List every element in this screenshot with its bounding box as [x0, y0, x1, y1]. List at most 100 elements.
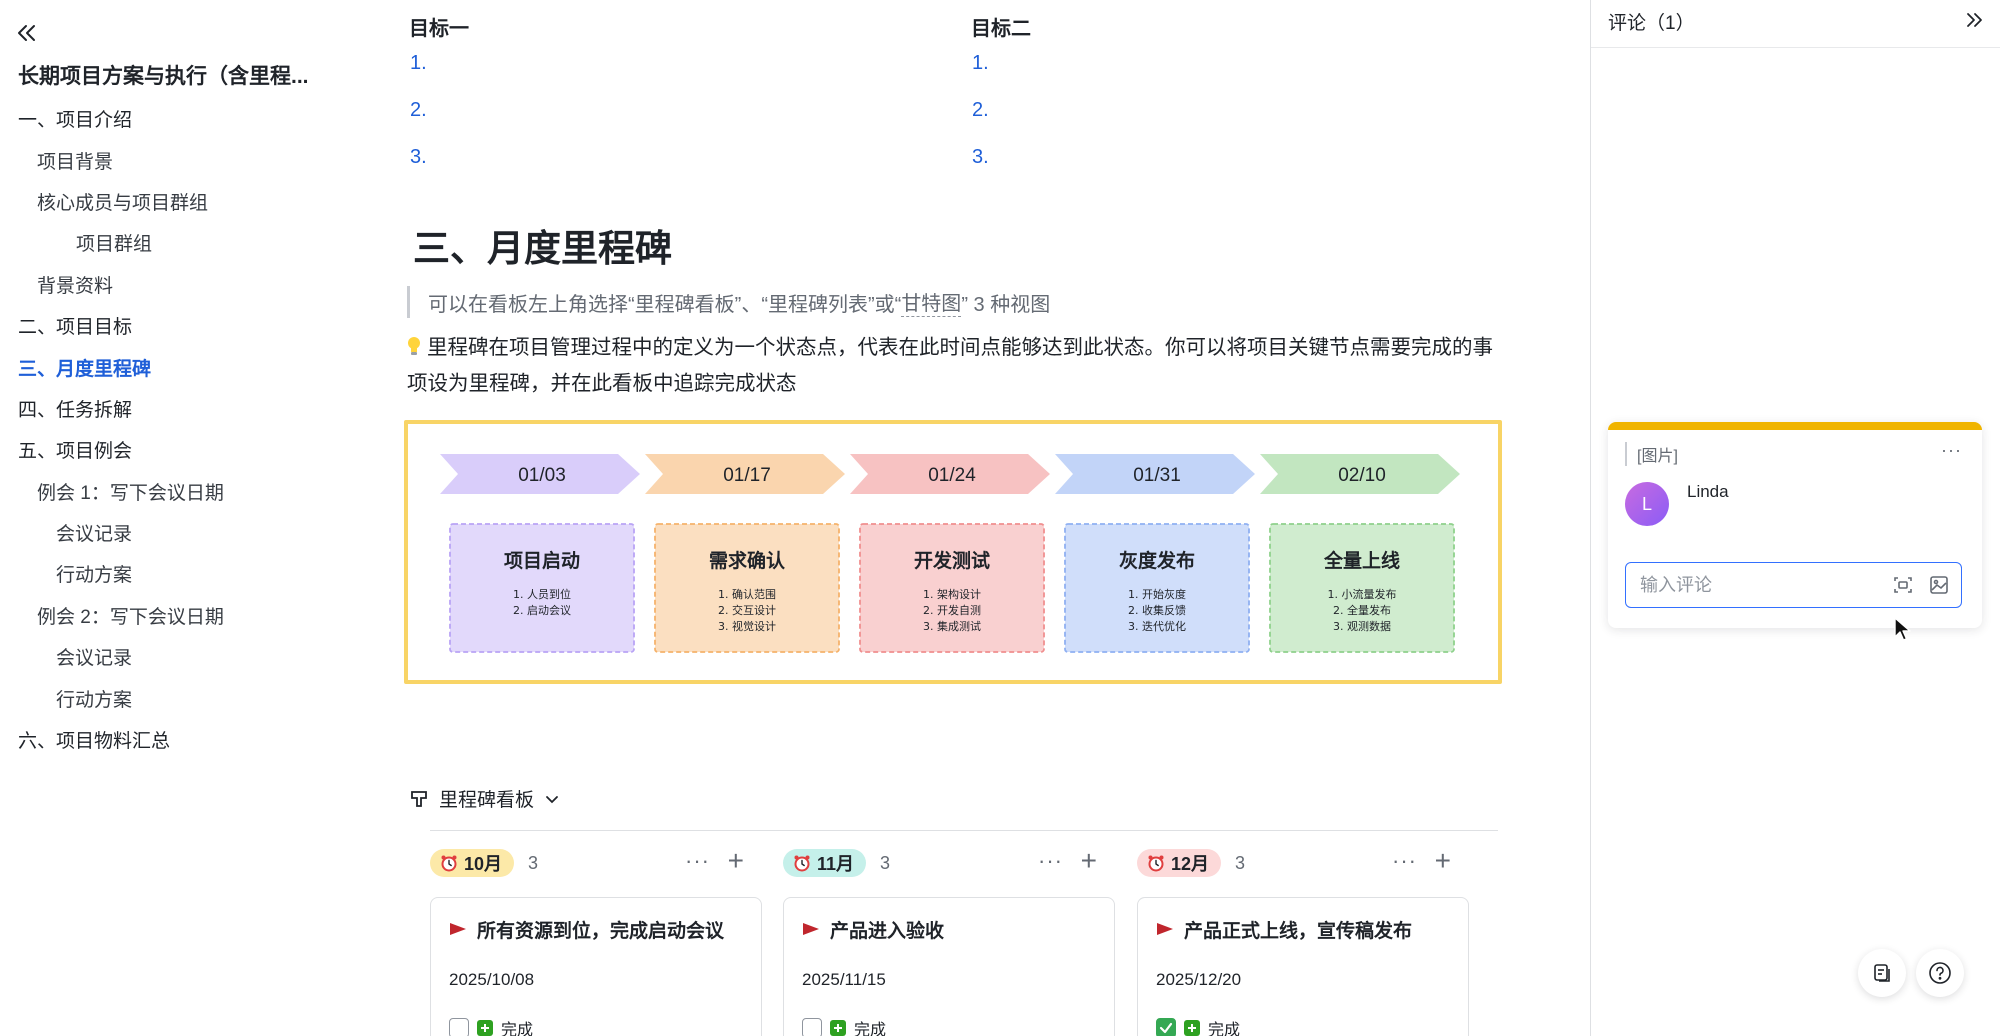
stage-title: 灰度发布 [1119, 549, 1195, 572]
outline-item[interactable]: 行动方案 [0, 553, 395, 594]
help-icon[interactable] [1916, 949, 1964, 997]
outline-item[interactable]: 核心成员与项目群组 [0, 181, 395, 222]
add-card-icon[interactable]: + [1081, 847, 1097, 875]
column-more-icon[interactable]: ··· [685, 850, 710, 872]
outline-item[interactable]: 二、项目目标 [0, 305, 395, 346]
red-flag-icon [1157, 922, 1173, 935]
screenshot-icon[interactable] [1885, 567, 1921, 603]
done-checkbox[interactable] [1156, 1018, 1176, 1036]
card-status: 完成 [802, 1016, 886, 1036]
kanban-column: 10月 3 ··· + 所有资源到位，完成启动会议 2025/10/08 完成 [430, 846, 762, 1036]
column-more-icon[interactable]: ··· [1392, 850, 1417, 872]
month-tag[interactable]: 11月 [783, 849, 867, 877]
card-title: 产品正式上线，宣传稿发布 [1156, 916, 1412, 943]
image-icon[interactable] [1921, 567, 1957, 603]
milestone-card[interactable]: 产品进入验收 2025/11/15 完成 [783, 897, 1115, 1036]
gantt-link[interactable]: 甘特图 [901, 287, 962, 317]
check-icon [1159, 1022, 1173, 1034]
outline-item[interactable]: 会议记录 [0, 512, 395, 553]
kanban-icon [411, 790, 427, 807]
outline-list: 一、项目介绍 项目背景 核心成员与项目群组 项目群组 背景资料 二、项目目标 三、月度里程碑… [0, 98, 395, 760]
done-checkbox[interactable] [802, 1018, 822, 1036]
card-date: 2025/12/20 [1156, 970, 1242, 989]
goal2-item[interactable]: 1. [957, 52, 989, 99]
comment-fab-icon[interactable] [1858, 949, 1906, 997]
outline-item[interactable]: 项目群组 [0, 222, 395, 263]
goal1-item[interactable]: 1. [395, 52, 427, 99]
column-count: 3 [1235, 852, 1246, 873]
stage-task: 1. 确认范围 [718, 587, 776, 601]
plus-badge-icon [477, 1020, 493, 1036]
goal2-item[interactable]: 3. [957, 146, 989, 193]
done-checkbox[interactable] [449, 1018, 469, 1036]
goal1-heading: 目标一 [409, 18, 469, 40]
outline-item[interactable]: 四、任务拆解 [0, 388, 395, 429]
stage-task: 2. 全量发布 [1333, 603, 1391, 617]
milestone-card[interactable]: 所有资源到位，完成启动会议 2025/10/08 完成 [430, 897, 762, 1036]
chevron-down-icon [546, 795, 558, 803]
stage-title: 需求确认 [709, 549, 785, 572]
kanban-column: 11月 3 ··· + 产品进入验收 2025/11/15 完成 [783, 846, 1115, 1036]
outline-item[interactable]: 例会 1：写下会议日期 [0, 471, 395, 512]
comments-panel: 评论（1） [图片] ··· L Linda [1590, 0, 2000, 1036]
comment-input[interactable] [1626, 565, 1885, 605]
goal1-item[interactable]: 3. [395, 146, 427, 193]
red-flag-icon [450, 922, 466, 935]
outline-item[interactable]: 三、月度里程碑 [0, 346, 395, 387]
stage-task: 3. 观测数据 [1333, 619, 1391, 633]
quote-text-end: ” 3 种视图 [961, 293, 1051, 316]
kanban-view-selector[interactable]: 里程碑看板 [409, 785, 560, 812]
stage-task: 1. 架构设计 [923, 587, 981, 601]
card-status: 完成 [449, 1016, 533, 1036]
month-label: 10月 [464, 854, 503, 874]
stage-task: 1. 开始灰度 [1128, 587, 1186, 601]
card-title-text: 产品进入验收 [830, 921, 945, 942]
outline-item[interactable]: 例会 2：写下会议日期 [0, 595, 395, 636]
alarm-clock-icon [1148, 855, 1164, 872]
kanban-view-label: 里程碑看板 [439, 790, 535, 811]
outline-item[interactable]: 会议记录 [0, 636, 395, 677]
milestone-diagram: 01/03 项目启动 1. 人员到位 2. 启动会议 01/17 需求确认 1. 确认范围 2… [440, 454, 1460, 653]
stage-task: 3. 迭代优化 [1128, 619, 1186, 633]
comment-more-icon[interactable]: ··· [1941, 440, 1962, 461]
goal2-item[interactable]: 2. [957, 99, 989, 146]
card-status-label: 完成 [501, 1022, 534, 1036]
add-card-icon[interactable]: + [728, 847, 744, 875]
card-title-text: 所有资源到位，完成启动会议 [477, 921, 725, 942]
stage-date: 01/03 [518, 465, 566, 486]
card-status: 完成 [1156, 1016, 1240, 1036]
outline-item[interactable]: 五、项目例会 [0, 429, 395, 470]
comment-card[interactable]: [图片] ··· L Linda [1608, 422, 1982, 628]
card-status-label: 完成 [1208, 1022, 1241, 1036]
month-tag[interactable]: 10月 [430, 849, 515, 877]
avatar: L [1625, 482, 1669, 526]
outline-item[interactable]: 行动方案 [0, 677, 395, 718]
outline-item[interactable]: 背景资料 [0, 264, 395, 305]
month-tag[interactable]: 12月 [1137, 849, 1222, 877]
milestone-diagram-image[interactable]: 01/03 项目启动 1. 人员到位 2. 启动会议 01/17 需求确认 1. 确认范围 2… [404, 420, 1502, 684]
collapse-comments-icon[interactable] [1960, 6, 1988, 34]
comment-input-box [1625, 562, 1962, 608]
milestone-card[interactable]: 产品正式上线，宣传稿发布 2025/12/20 完成 [1137, 897, 1469, 1036]
comments-title: 评论（1） [1608, 13, 1695, 34]
outline-doc-title[interactable]: 长期项目方案与执行（含里程... [18, 60, 309, 90]
stage-task: 3. 集成测试 [923, 619, 981, 633]
stage-task: 2. 交互设计 [718, 603, 776, 617]
plus-badge-icon [830, 1020, 846, 1036]
column-count: 3 [528, 852, 539, 873]
card-status-label: 完成 [854, 1022, 887, 1036]
quote-text: 可以在看板左上角选择“里程碑看板”、“里程碑列表”或“ [428, 293, 902, 316]
comment-username: Linda [1687, 482, 1729, 501]
stage-date: 02/10 [1338, 465, 1386, 486]
collapse-outline-icon[interactable] [12, 18, 42, 48]
month-label: 12月 [1171, 854, 1210, 874]
outline-item[interactable]: 六、项目物料汇总 [0, 719, 395, 760]
add-card-icon[interactable]: + [1435, 847, 1451, 875]
lightbulb-icon [408, 337, 420, 355]
stage-date: 01/17 [723, 465, 771, 486]
outline-item[interactable]: 项目背景 [0, 139, 395, 180]
column-more-icon[interactable]: ··· [1038, 850, 1063, 872]
outline-item[interactable]: 一、项目介绍 [0, 98, 395, 139]
card-date: 2025/10/08 [449, 970, 535, 989]
goal1-item[interactable]: 2. [395, 99, 427, 146]
